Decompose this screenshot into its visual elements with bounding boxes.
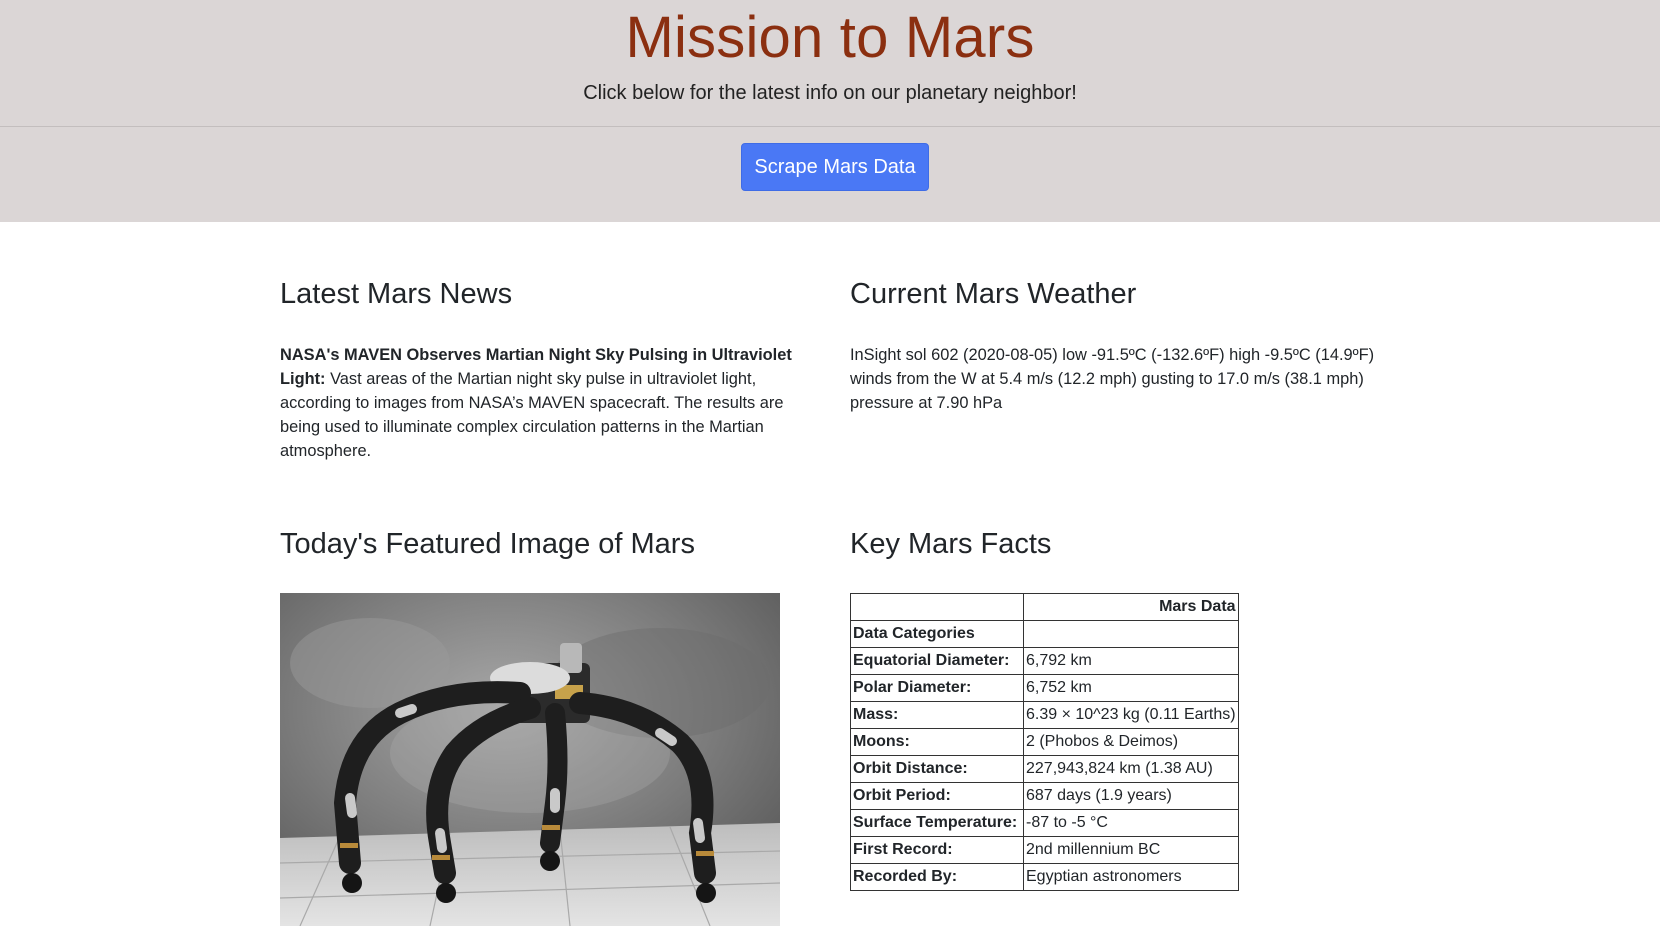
table-row: Orbit Distance: 227,943,824 km (1.38 AU) [850,755,1239,783]
fact-value: 6,792 km [1023,647,1239,675]
table-row: Polar Diameter: 6,752 km [850,674,1239,702]
news-paragraph: Vast areas of the Martian night sky puls… [280,370,784,460]
news-heading: Latest Mars News [280,278,513,310]
fact-value: 2 (Phobos & Deimos) [1023,728,1239,756]
mars-facts-table: Mars Data Data Categories Equatorial Dia… [850,593,1239,891]
fact-label: Moons: [850,728,1024,756]
table-corner-cell [850,593,1024,621]
fact-value: 227,943,824 km (1.38 AU) [1023,755,1239,783]
fact-label: Surface Temperature: [850,809,1024,837]
table-row: First Record: 2nd millennium BC [850,836,1239,864]
facts-heading: Key Mars Facts [850,528,1052,560]
table-row: Equatorial Diameter: 6,792 km [850,647,1239,675]
table-header-row: Mars Data [850,593,1239,621]
featured-image-heading: Today's Featured Image of Mars [280,528,695,560]
fact-value: 6,752 km [1023,674,1239,702]
column-header: Mars Data [1023,593,1239,621]
weather-heading: Current Mars Weather [850,278,1137,310]
scrape-mars-data-button[interactable]: Scrape Mars Data [741,143,929,191]
index-header-empty [1023,620,1239,648]
table-row: Recorded By: Egyptian astronomers [850,863,1239,891]
page-title: Mission to Mars [625,5,1035,70]
header-divider [0,126,1660,127]
table-index-row: Data Categories [850,620,1239,648]
fact-label: Recorded By: [850,863,1024,891]
weather-report: InSight sol 602 (2020-08-05) low -91.5ºC… [850,346,1375,412]
news-article: NASA's MAVEN Observes Martian Night Sky … [280,343,800,463]
table-row: Surface Temperature: -87 to -5 °C [850,809,1239,837]
fact-label: Orbit Distance: [850,755,1024,783]
table-row: Mass: 6.39 × 10^23 kg (0.11 Earths) [850,701,1239,729]
fact-label: Orbit Period: [850,782,1024,810]
fact-label: Mass: [850,701,1024,729]
jumbotron-header: Mission to Mars Click below for the late… [0,0,1660,222]
table-row: Moons: 2 (Phobos & Deimos) [850,728,1239,756]
fact-value: -87 to -5 °C [1023,809,1239,837]
page-subtitle: Click below for the latest info on our p… [583,82,1077,104]
index-header: Data Categories [850,620,1024,648]
fact-label: Polar Diameter: [850,674,1024,702]
fact-value: 6.39 × 10^23 kg (0.11 Earths) [1023,701,1239,729]
fact-label: Equatorial Diameter: [850,647,1024,675]
featured-mars-image [280,593,780,926]
fact-label: First Record: [850,836,1024,864]
fact-value: 2nd millennium BC [1023,836,1239,864]
table-row: Orbit Period: 687 days (1.9 years) [850,782,1239,810]
fact-value: 687 days (1.9 years) [1023,782,1239,810]
fact-value: Egyptian astronomers [1023,863,1239,891]
